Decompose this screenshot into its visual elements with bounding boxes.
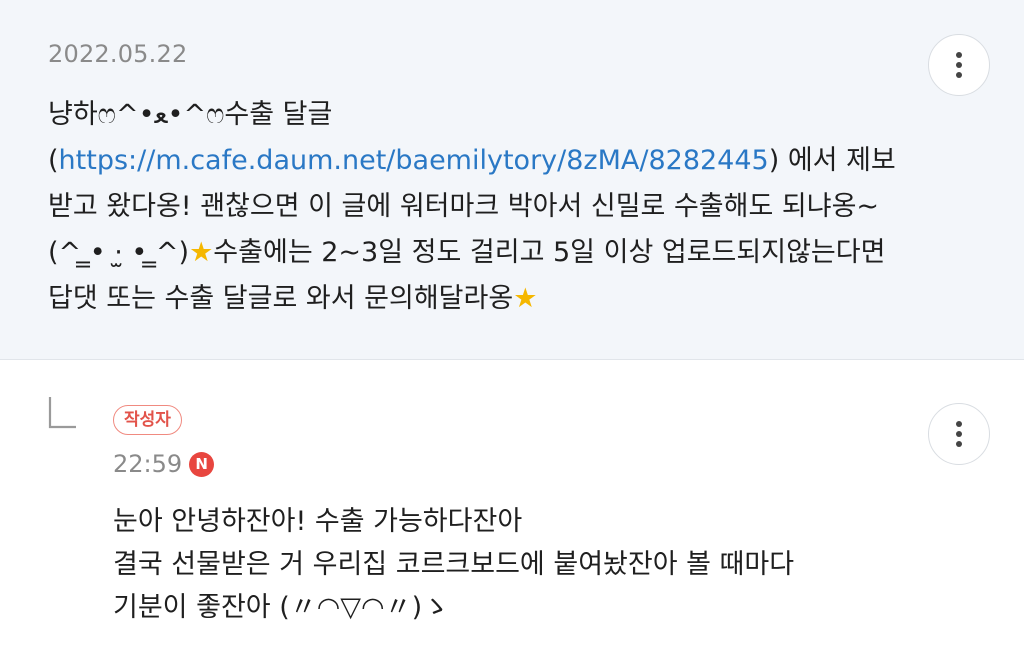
reply-line: 눈아 안녕하잔아! 수출 가능하다잔아 <box>113 506 523 537</box>
reply-more-button[interactable] <box>928 403 990 465</box>
star-icon: ★ <box>189 237 214 268</box>
comment-link[interactable]: https://m.cafe.daum.net/baemilytory/8zMA… <box>59 145 769 176</box>
reply-body: 눈아 안녕하잔아! 수출 가능하다잔아 결국 선물받은 거 우리집 코르크보드에… <box>113 500 913 629</box>
comment-body: 냥하ෆ^•ﻌ•^ෆ수출 달글(https://m.cafe.daum.net/b… <box>48 92 908 322</box>
comment-more-button[interactable] <box>928 34 990 96</box>
reply-line: 결국 선물받은 거 우리집 코르크보드에 붙여놨잔아 볼 때마다 <box>113 549 795 580</box>
reply-line: 기분이 좋잔아 (〃◠▽◠〃)ゝ <box>113 592 450 623</box>
more-vertical-icon <box>956 50 962 80</box>
reply-time-row: 22:59 N <box>113 448 215 480</box>
reply-indent-icon <box>48 397 76 429</box>
new-badge: N <box>189 451 215 477</box>
original-comment: 2022.05.22 냥하ෆ^•ﻌ•^ෆ수출 달글(https://m.cafe… <box>0 0 1024 360</box>
reply-comment: 작성자 22:59 N 눈아 안녕하잔아! 수출 가능하다잔아 결국 선물받은 … <box>0 360 1024 658</box>
reply-time: 22:59 <box>113 450 183 478</box>
comment-date: 2022.05.22 <box>48 40 188 68</box>
star-icon: ★ <box>513 283 538 314</box>
author-badge: 작성자 <box>113 405 182 435</box>
more-vertical-icon <box>956 419 962 449</box>
